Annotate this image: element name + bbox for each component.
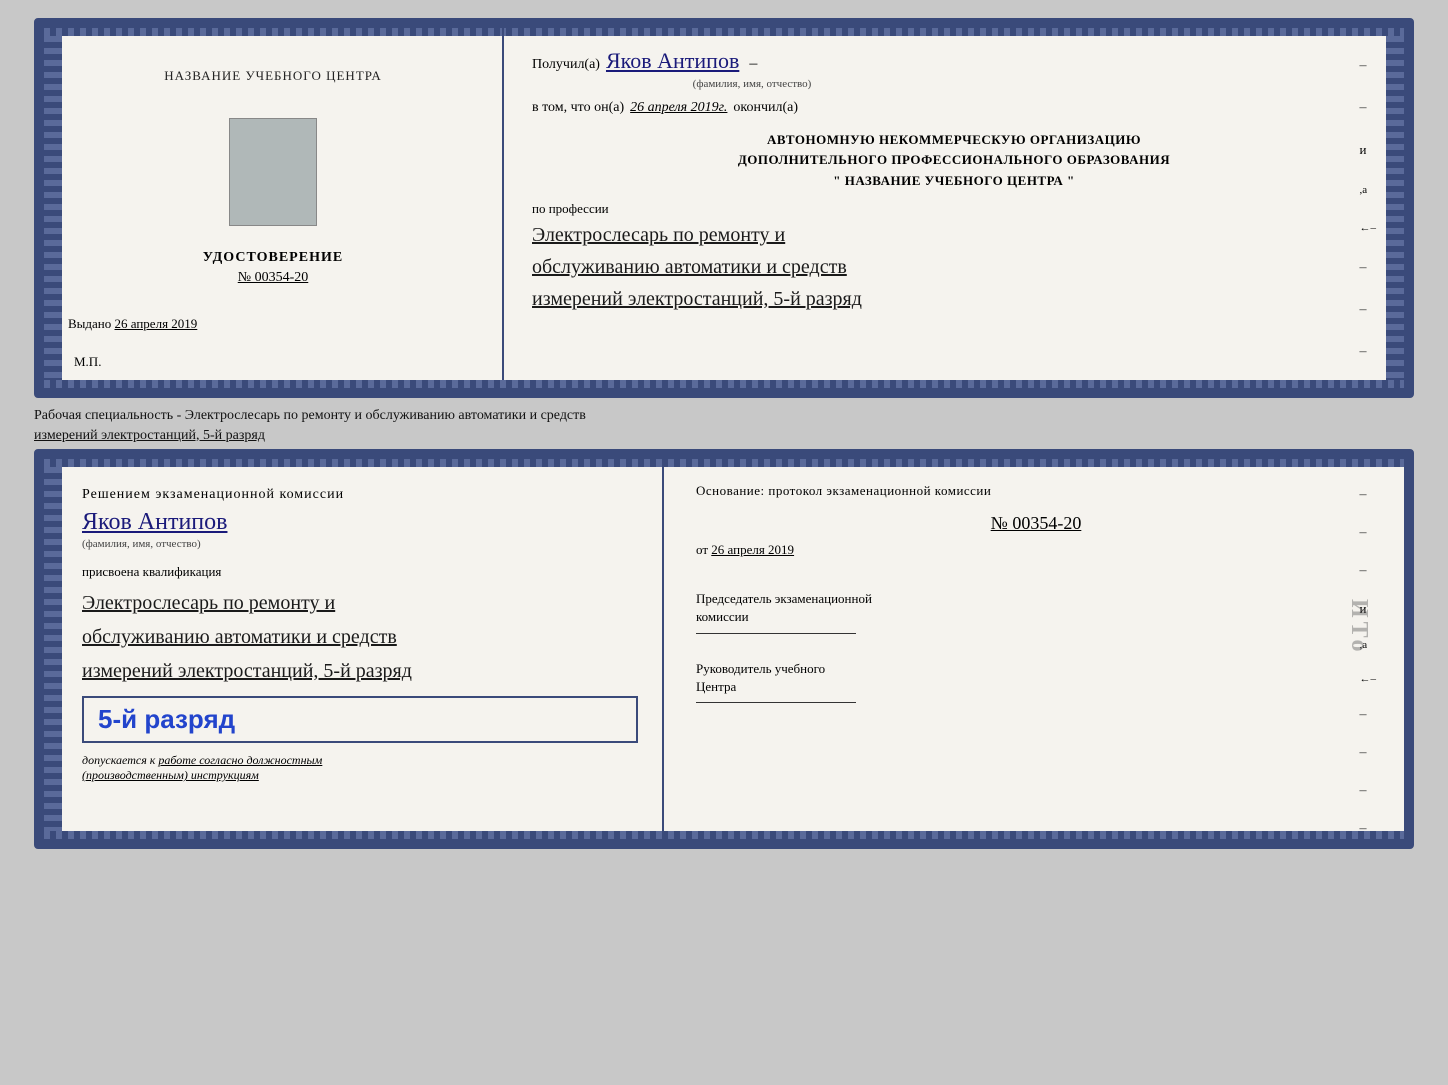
dash-after-name: – <box>745 55 757 73</box>
cert-number: № 00354-20 <box>238 270 309 286</box>
confirm-line: в том, что он(а) 26 апреля 2019г. окончи… <box>532 100 1376 116</box>
fio-sub-top: (фамилия, имя, отчество) <box>612 78 892 90</box>
date-prefix: от <box>696 542 708 557</box>
recipient-name: Яков Антипов <box>606 48 739 74</box>
mp-label: М.П. <box>74 354 101 370</box>
received-label: Получил(а) <box>532 57 600 73</box>
allowed-italic: (производственным) инструкциям <box>82 768 259 782</box>
profession-label: по профессии <box>532 201 1376 217</box>
director-block: Руководитель учебного Центра <box>696 660 1376 721</box>
chairman-sign-line <box>696 633 856 634</box>
doc-right-panel: Получил(а) Яков Антипов – (фамилия, имя,… <box>504 28 1404 388</box>
allowed-text: допускается к работе согласно должностны… <box>82 753 638 783</box>
bottom-fio-sub: (фамилия, имя, отчество) <box>82 538 302 550</box>
profession-hw: Электрослесарь по ремонту и обслуживанию… <box>532 219 1376 315</box>
bottom-right-panel: Основание: протокол экзаменационной коми… <box>664 459 1404 839</box>
bottom-left-stripe <box>44 467 62 831</box>
cert-title: УДОСТОВЕРЕНИЕ <box>203 250 343 266</box>
issued-date: 26 апреля 2019 <box>115 316 198 331</box>
grade-box: 5-й разряд <box>82 696 638 743</box>
director-sign-line <box>696 702 856 703</box>
photo-placeholder <box>229 118 317 226</box>
confirm-date: 26 апреля 2019г. <box>630 100 727 116</box>
chairman-title: Председатель экзаменационной комиссии <box>696 590 1376 626</box>
separator-line1: Рабочая специальность - Электрослесарь п… <box>34 406 1414 426</box>
cert-issued-line: Выдано 26 апреля 2019 <box>68 316 478 332</box>
right-border-stripe <box>1386 36 1404 380</box>
separator-text: Рабочая специальность - Электрослесарь п… <box>34 398 1414 449</box>
right-margin-marks-bottom: – – – и ,а ←– – – – – – <box>1360 487 1377 849</box>
decision-title: Решением экзаменационной комиссии <box>82 487 638 503</box>
recipient-line: Получил(а) Яков Антипов – <box>532 48 1376 74</box>
director-title: Руководитель учебного Центра <box>696 660 1376 696</box>
protocol-number: № 00354-20 <box>696 513 1376 534</box>
allowed-underline: работе согласно должностным <box>158 753 322 767</box>
diploma-bottom: Решением экзаменационной комиссии Яков А… <box>34 449 1414 849</box>
grade-text: 5-й разряд <box>98 704 235 734</box>
org-name: " НАЗВАНИЕ УЧЕБНОГО ЦЕНТРА " <box>532 173 1376 189</box>
protocol-date-val: 26 апреля 2019 <box>711 542 794 557</box>
separator-line2: измерений электростанций, 5-й разряд <box>34 426 1414 446</box>
ito-watermark: ИTo <box>1345 599 1372 655</box>
doc-left-panel: НАЗВАНИЕ УЧЕБНОГО ЦЕНТРА УДОСТОВЕРЕНИЕ №… <box>44 28 504 388</box>
org-line1: АВТОНОМНУЮ НЕКОММЕРЧЕСКУЮ ОРГАНИЗАЦИЮ ДО… <box>532 130 1376 169</box>
assigned-text: присвоена квалификация <box>82 564 638 580</box>
basis-text: Основание: протокол экзаменационной коми… <box>696 483 1376 499</box>
bottom-left-panel: Решением экзаменационной комиссии Яков А… <box>44 459 664 839</box>
protocol-date: от 26 апреля 2019 <box>696 542 1376 558</box>
diploma-top: НАЗВАНИЕ УЧЕБНОГО ЦЕНТРА УДОСТОВЕРЕНИЕ №… <box>34 18 1414 398</box>
allowed-prefix: допускается к <box>82 753 155 767</box>
qualification-hw: Электрослесарь по ремонту и обслуживанию… <box>82 586 638 688</box>
chairman-block: Председатель экзаменационной комиссии <box>696 590 1376 651</box>
issued-label: Выдано <box>68 316 111 331</box>
right-margin-marks: – – и ,а ←– – – – – <box>1360 58 1377 398</box>
confirm-label: в том, что он(а) <box>532 100 624 116</box>
finished-label: окончил(а) <box>733 100 798 116</box>
bottom-name-hw: Яков Антипов <box>82 509 638 536</box>
center-title-top: НАЗВАНИЕ УЧЕБНОГО ЦЕНТРА <box>164 68 381 84</box>
